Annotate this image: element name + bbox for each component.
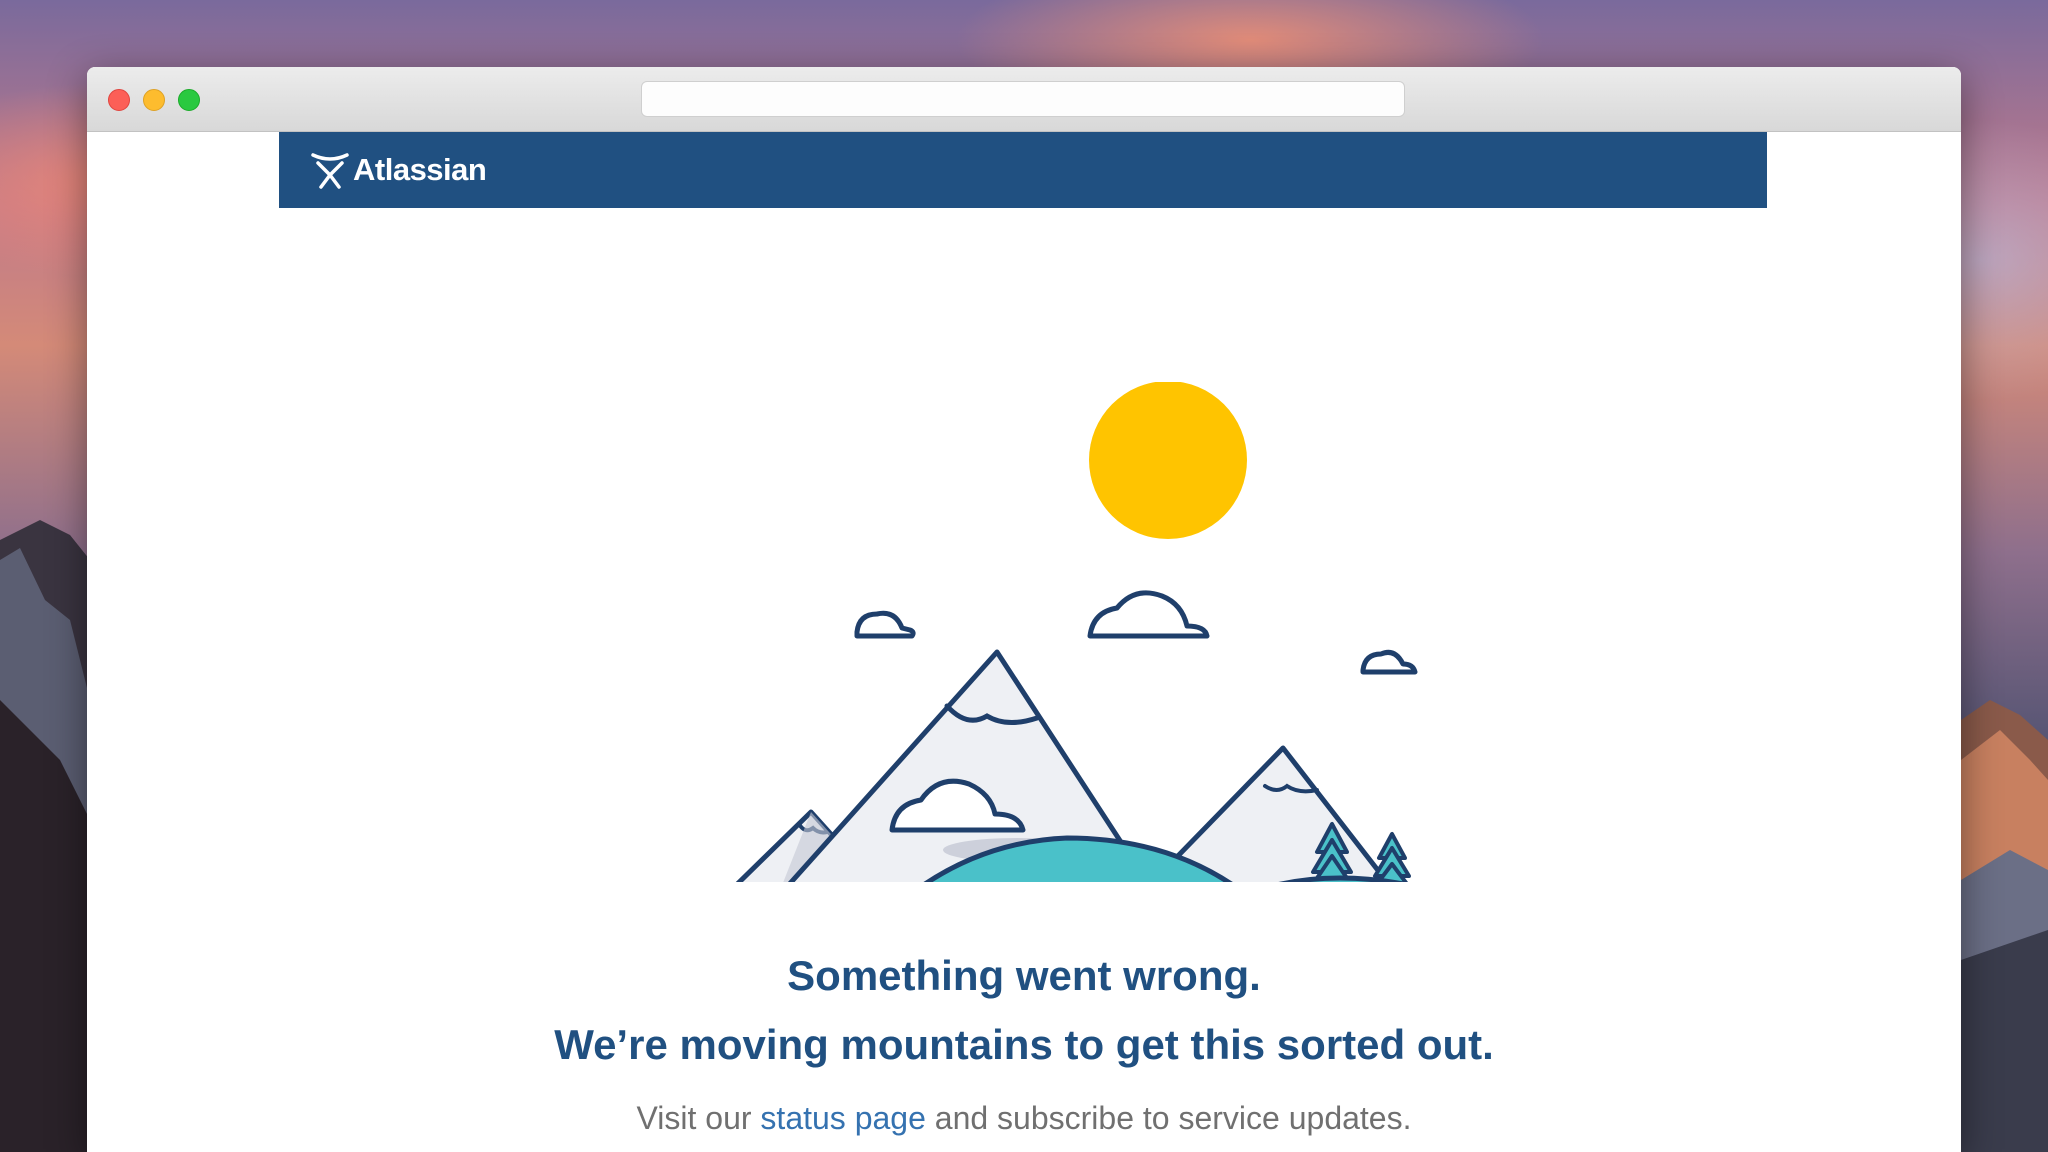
sun-icon (1089, 382, 1247, 539)
status-message-prefix: Visit our (636, 1100, 761, 1136)
status-message: Visit our status page and subscribe to s… (87, 1100, 1961, 1137)
atlassian-header: Atlassian (279, 132, 1767, 208)
cloud-icon (1087, 590, 1210, 639)
browser-window: Atlassian Something went wrong. We’re mo… (87, 67, 1961, 1152)
cloud-icon (854, 610, 916, 639)
error-headline: Something went wrong. (787, 952, 1261, 999)
atlassian-logo[interactable]: Atlassian (309, 146, 487, 194)
close-window-button[interactable] (108, 89, 130, 111)
cloud-icon (1360, 649, 1418, 675)
tree-icon (1373, 832, 1411, 882)
minimize-window-button[interactable] (143, 89, 165, 111)
error-subheadline: We’re moving mountains to get this sorte… (554, 1021, 1494, 1068)
title-bar (87, 67, 1961, 132)
desktop-background: Atlassian Something went wrong. We’re mo… (0, 0, 2048, 1152)
mountains-illustration (735, 382, 1418, 882)
status-message-suffix: and subscribe to service updates. (925, 1100, 1412, 1136)
atlassian-logo-icon (311, 153, 349, 189)
page-content: Atlassian Something went wrong. We’re mo… (87, 132, 1961, 1152)
brand-name: Atlassian (353, 152, 487, 187)
address-bar[interactable] (641, 81, 1405, 117)
maximize-window-button[interactable] (178, 89, 200, 111)
status-page-link[interactable]: status page (760, 1100, 925, 1136)
